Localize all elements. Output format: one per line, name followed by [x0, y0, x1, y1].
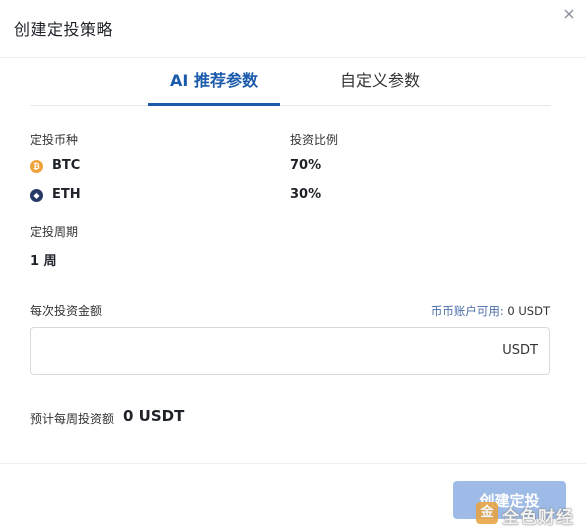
coin-symbol-eth: ETH: [52, 187, 81, 202]
period-value: 1 周: [30, 254, 57, 269]
available-value: 0 USDT: [507, 304, 550, 318]
period-label: 定投周期: [30, 225, 79, 239]
estimate-value: 0 USDT: [123, 407, 185, 425]
bitcoin-icon: ₿: [30, 160, 43, 173]
tab-ai-recommended[interactable]: AI 推荐参数: [148, 58, 280, 106]
amount-field: USDT: [30, 327, 550, 375]
estimate-label: 预计每周投资额: [30, 412, 115, 426]
coin-label: 定投币种: [30, 133, 79, 147]
watermark: 金 全色财经: [474, 498, 586, 528]
available-balance: 币币账户可用: 0 USDT: [431, 303, 550, 319]
coin-ratio-btc: 70%: [290, 158, 322, 173]
coin-symbol-btc: BTC: [52, 158, 81, 173]
dialog-title: 创建定投策略: [14, 20, 114, 39]
watermark-text: 全色财经: [502, 508, 574, 528]
ethereum-icon: ◆: [30, 189, 43, 202]
dialog-header: 创建定投策略: [0, 0, 586, 58]
amount-unit: USDT: [502, 343, 538, 358]
watermark-logo-icon: 金: [476, 502, 498, 524]
coin-ratio-eth: 30%: [290, 187, 322, 202]
close-icon[interactable]: [561, 6, 577, 22]
ratio-label: 投资比例: [290, 133, 339, 147]
amount-label: 每次投资金额: [30, 304, 103, 318]
amount-input[interactable]: [41, 328, 481, 374]
available-label: 币币账户可用:: [430, 304, 504, 318]
tab-custom[interactable]: 自定义参数: [310, 58, 450, 106]
param-tabs: AI 推荐参数 自定义参数: [30, 58, 551, 106]
create-plan-dialog: 创建定投策略 AI 推荐参数 自定义参数 定投币种 投资比例 ₿ BTC 70%…: [0, 0, 586, 528]
